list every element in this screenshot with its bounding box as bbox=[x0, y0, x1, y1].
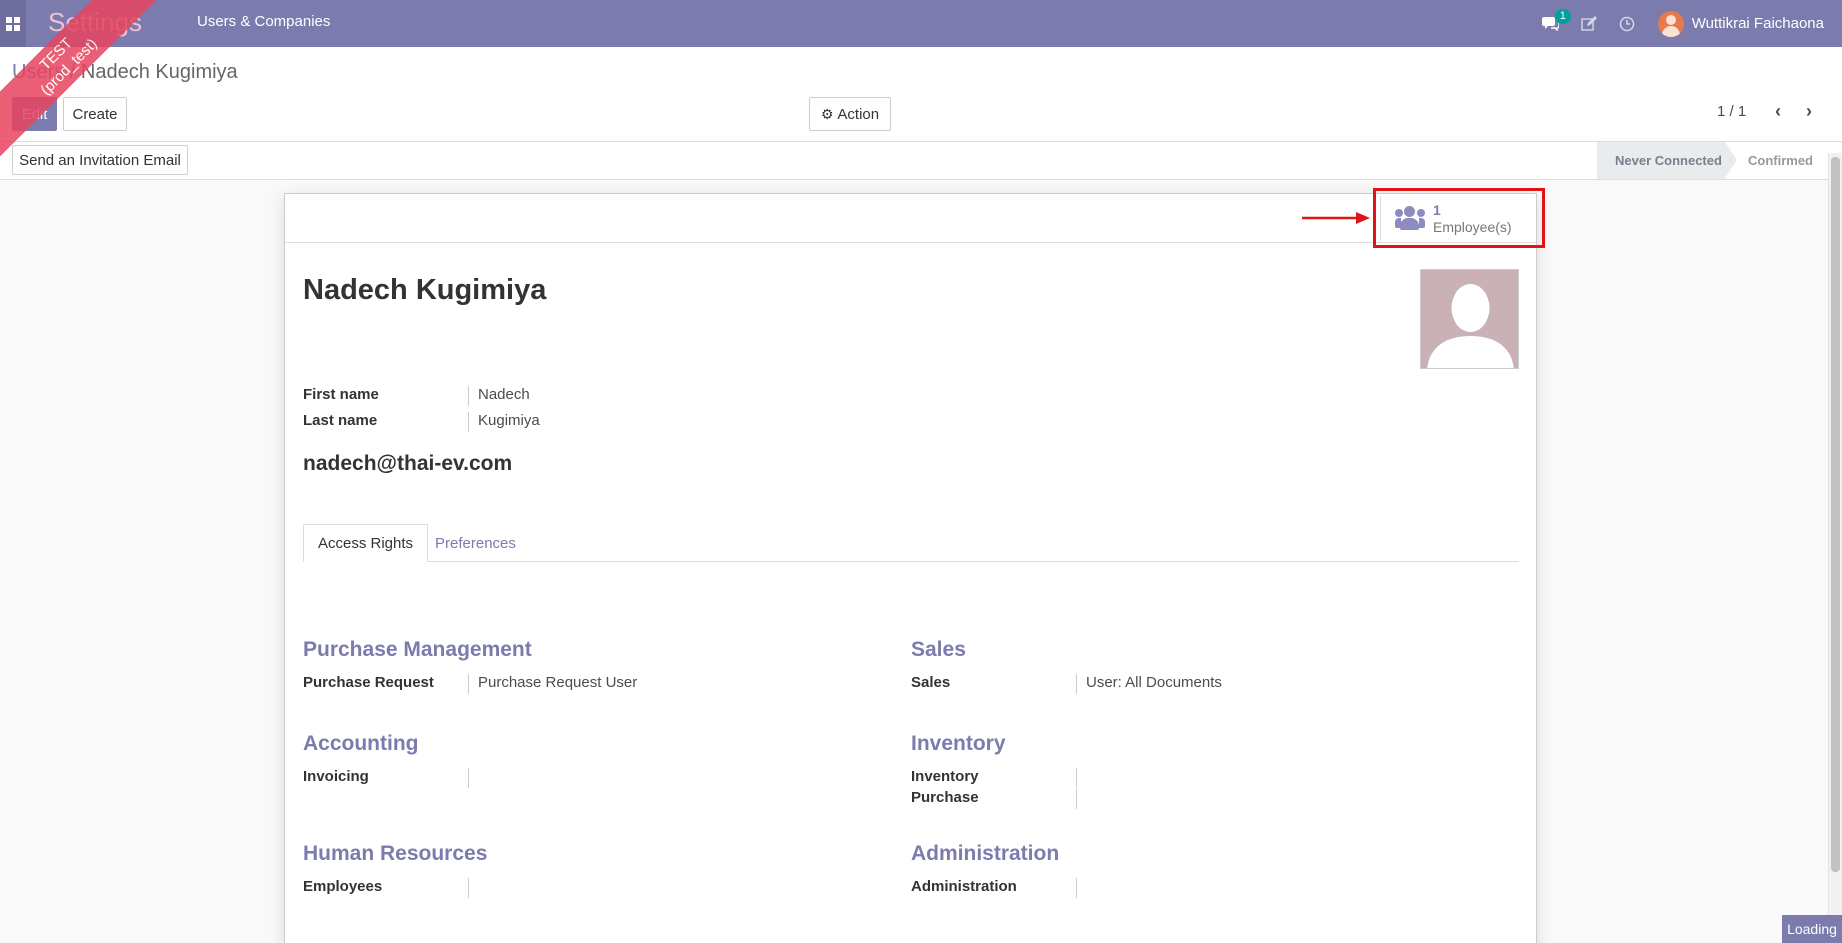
control-panel: Users / Nadech Kugimiya Edit Create ⚙ Ac… bbox=[0, 47, 1842, 142]
user-email: nadech@thai-ev.com bbox=[303, 452, 513, 475]
inventory-purchase-label: Purchase bbox=[911, 789, 979, 806]
form-tabs: Access Rights Preferences bbox=[303, 524, 1519, 562]
action-button[interactable]: ⚙ Action bbox=[809, 97, 891, 131]
user-name: Wuttikrai Faichaona bbox=[1691, 15, 1824, 32]
pager-next-icon[interactable]: › bbox=[1799, 99, 1819, 123]
create-button[interactable]: Create bbox=[63, 97, 127, 131]
breadcrumb-current: Nadech Kugimiya bbox=[80, 61, 238, 83]
sales-row: Sales User: All Documents bbox=[911, 674, 1222, 694]
inventory-purchase-row: Purchase bbox=[911, 789, 1086, 809]
scrollbar-thumb[interactable] bbox=[1831, 157, 1840, 872]
last-name-row: Last name Kugimiya bbox=[303, 412, 540, 432]
gear-icon: ⚙ bbox=[820, 105, 834, 122]
first-name-row: First name Nadech bbox=[303, 386, 530, 406]
first-name-label: First name bbox=[303, 386, 379, 403]
form-statusbar: Send an Invitation Email Never Connected… bbox=[0, 142, 1842, 180]
form-sheet: 1 Employee(s) Nadech Kugimiya First name… bbox=[284, 193, 1537, 943]
top-navbar: Settings Users & Companies 1 Wuttikrai F… bbox=[0, 0, 1842, 47]
group-title-inventory: Inventory bbox=[911, 732, 1006, 755]
user-full-name: Nadech Kugimiya bbox=[303, 274, 547, 306]
last-name-value: Kugimiya bbox=[468, 412, 540, 432]
employees-row: Employees bbox=[303, 878, 478, 898]
administration-value bbox=[1076, 878, 1086, 898]
send-invitation-email-button[interactable]: Send an Invitation Email bbox=[12, 145, 188, 175]
administration-label: Administration bbox=[911, 878, 1017, 895]
menu-users-companies[interactable]: Users & Companies bbox=[197, 13, 330, 30]
highlight-box bbox=[1373, 188, 1545, 248]
inventory-label: Inventory bbox=[911, 768, 979, 785]
group-title-human-resources: Human Resources bbox=[303, 842, 488, 865]
tab-access-rights[interactable]: Access Rights bbox=[303, 524, 429, 562]
messages-badge: 1 bbox=[1554, 9, 1571, 24]
invoicing-row: Invoicing bbox=[303, 768, 478, 788]
activity-edit-icon[interactable] bbox=[1570, 0, 1608, 47]
clock-icon[interactable] bbox=[1608, 0, 1646, 47]
scrollbar-track[interactable] bbox=[1828, 153, 1842, 943]
messages-icon[interactable]: 1 bbox=[1532, 0, 1571, 47]
purchase-request-label: Purchase Request bbox=[303, 674, 434, 691]
user-avatar bbox=[1657, 10, 1684, 37]
user-menu[interactable]: Wuttikrai Faichaona bbox=[1646, 10, 1842, 37]
sales-value: User: All Documents bbox=[1076, 674, 1222, 694]
group-title-accounting: Accounting bbox=[303, 732, 419, 755]
invoicing-value bbox=[468, 768, 478, 788]
inventory-purchase-value bbox=[1076, 789, 1086, 809]
annotation-arrow-icon bbox=[1302, 212, 1370, 224]
last-name-label: Last name bbox=[303, 412, 378, 429]
avatar-placeholder-icon bbox=[1427, 284, 1514, 368]
first-name-value: Nadech bbox=[468, 386, 530, 406]
group-title-purchase-management: Purchase Management bbox=[303, 638, 532, 661]
action-label: Action bbox=[837, 105, 880, 123]
pager-previous-icon[interactable]: ‹ bbox=[1768, 99, 1788, 123]
group-title-administration: Administration bbox=[911, 842, 1060, 865]
inventory-value bbox=[1076, 768, 1086, 788]
tab-preferences[interactable]: Preferences bbox=[421, 524, 530, 562]
purchase-request-row: Purchase Request Purchase Request User bbox=[303, 674, 637, 694]
group-title-sales: Sales bbox=[911, 638, 966, 661]
employees-value bbox=[468, 878, 478, 898]
sales-label: Sales bbox=[911, 674, 951, 691]
loading-indicator: Loading bbox=[1782, 915, 1842, 943]
employees-label: Employees bbox=[303, 878, 383, 895]
pager-value[interactable]: 1 / 1 bbox=[1717, 103, 1746, 120]
administration-row: Administration bbox=[911, 878, 1086, 898]
stage-confirmed: Confirmed bbox=[1748, 153, 1813, 168]
stage-never-connected: Never Connected bbox=[1597, 142, 1737, 179]
invoicing-label: Invoicing bbox=[303, 768, 369, 785]
purchase-request-value: Purchase Request User bbox=[468, 674, 637, 694]
user-photo[interactable] bbox=[1420, 269, 1519, 369]
inventory-row: Inventory bbox=[911, 768, 1086, 788]
apps-menu-icon[interactable] bbox=[0, 0, 26, 47]
